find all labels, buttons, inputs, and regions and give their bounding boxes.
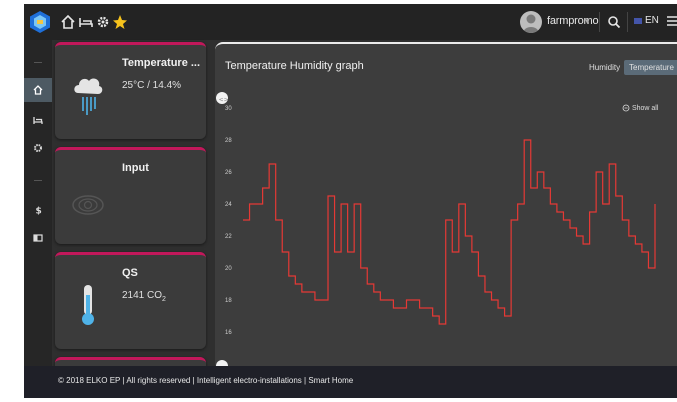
chevron-down-icon[interactable]: ▾	[585, 16, 590, 27]
temperature-line-chart[interactable]: 16 18 20 22 24 26 28 30	[223, 88, 663, 368]
y-tick-label: 16	[225, 330, 232, 336]
home-icon	[33, 85, 43, 95]
range-slider-top-handle[interactable]: <>	[216, 92, 229, 104]
double-chevron-icon: <>	[219, 96, 229, 103]
card-title: QS	[122, 267, 138, 279]
card-value: 25°C / 14.4%	[122, 80, 182, 91]
sidebar-item-settings[interactable]	[24, 136, 52, 160]
bed-icon[interactable]	[78, 13, 94, 31]
sensor-card-input[interactable]: Input	[55, 147, 206, 244]
panel-icon	[33, 234, 43, 242]
dollar-icon: $	[36, 207, 42, 216]
sidebar-item-billing[interactable]: $	[24, 198, 52, 222]
graph-title: Temperature Humidity graph	[225, 60, 364, 72]
card-title: Input	[122, 162, 149, 174]
y-tick-label: 18	[225, 298, 232, 304]
menu-icon[interactable]	[666, 14, 677, 28]
card-title: Temperature ...	[122, 57, 201, 69]
language-selector[interactable]: EN	[645, 15, 659, 26]
avatar[interactable]	[520, 11, 542, 33]
user-avatar-icon	[523, 14, 539, 33]
home-icon[interactable]	[60, 13, 76, 31]
gear-icon[interactable]	[95, 13, 111, 31]
tab-temperature[interactable]: Temperature	[624, 60, 677, 75]
humidity-cloud-icon	[74, 78, 103, 115]
top-bar: farmpromo ▾ EN	[24, 4, 677, 40]
sidebar-item-home[interactable]	[24, 78, 52, 102]
app-logo-icon[interactable]	[29, 10, 51, 34]
y-tick-label: 22	[225, 234, 232, 240]
thermometer-icon	[82, 285, 94, 325]
graph-panel: Temperature Humidity graph Humidity Temp…	[215, 42, 677, 372]
footer-copyright: © 2018 ELKO EP | All rights reserved | I…	[58, 376, 354, 385]
y-tick-label: 28	[225, 138, 232, 144]
card-value: 2141 CO2	[122, 290, 166, 303]
gear-icon	[34, 144, 42, 152]
username-label[interactable]: farmpromo	[547, 15, 599, 27]
sidebar-item-rooms[interactable]	[24, 108, 52, 132]
eye-icon	[72, 195, 104, 215]
y-tick-label: 30	[225, 106, 232, 112]
search-icon[interactable]	[606, 13, 622, 31]
star-icon[interactable]	[112, 13, 128, 31]
app-window: farmpromo ▾ EN $ Temperature ... 25°C / …	[24, 4, 677, 398]
bed-icon	[33, 117, 43, 124]
y-tick-label: 24	[225, 202, 232, 208]
y-tick-label: 26	[225, 170, 232, 176]
topbar-divider	[627, 12, 628, 32]
footer: © 2018 ELKO EP | All rights reserved | I…	[24, 366, 677, 398]
sidebar-item-panel[interactable]	[24, 226, 52, 250]
svg-text:<>: <>	[219, 96, 228, 103]
sidebar-divider	[34, 62, 42, 63]
svg-text:$: $	[36, 207, 42, 216]
temperature-series-line	[243, 139, 656, 325]
flag-icon	[634, 18, 642, 24]
sidebar: $	[24, 40, 52, 366]
sensor-card-temperature[interactable]: Temperature ... 25°C / 14.4%	[55, 42, 206, 139]
tab-humidity[interactable]: Humidity	[584, 60, 625, 75]
sensor-card-qs[interactable]: QS 2141 CO2	[55, 252, 206, 349]
sidebar-divider	[34, 180, 42, 181]
y-tick-label: 20	[225, 266, 232, 272]
topbar-divider	[599, 12, 600, 32]
